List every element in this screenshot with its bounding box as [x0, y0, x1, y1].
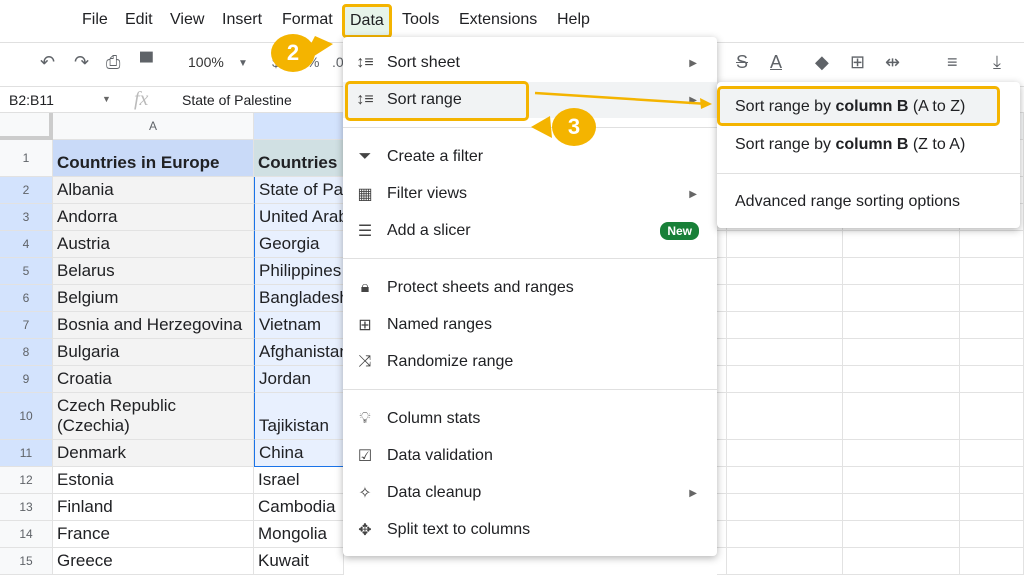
step-callout-2: 2: [271, 34, 315, 72]
annotation-arrow: [300, 36, 712, 138]
step-callout-3: 3: [552, 108, 596, 146]
